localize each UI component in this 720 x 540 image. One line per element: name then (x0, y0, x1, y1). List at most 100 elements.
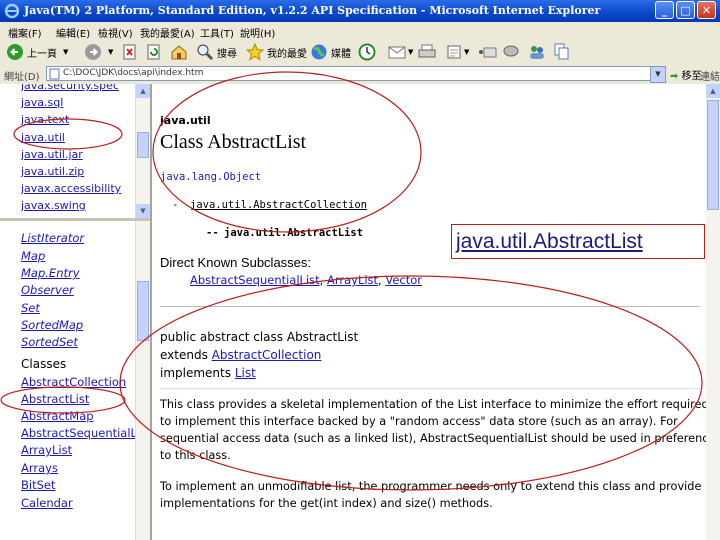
subclass-list: AbstractSequentialList, ArrayList, Vecto… (190, 273, 423, 287)
menu-view[interactable]: 檢視(V) (98, 25, 133, 40)
package-link[interactable]: java.sql (21, 96, 63, 109)
class-link[interactable]: BitSet (21, 478, 55, 492)
forward-button[interactable]: ▼ (84, 42, 113, 62)
menu-help[interactable]: 說明(H) (240, 25, 275, 40)
interface-link[interactable]: Set (21, 301, 40, 315)
scroll-down-icon[interactable]: ▼ (136, 204, 150, 218)
package-link[interactable]: java.util (21, 131, 65, 144)
print-button[interactable] (418, 42, 436, 62)
history-button[interactable] (358, 42, 376, 62)
media-button[interactable]: 媒體 (310, 42, 351, 62)
refresh-button[interactable] (146, 42, 162, 62)
interface-link-list[interactable]: List (235, 366, 256, 380)
search-button[interactable]: 搜尋 (196, 42, 237, 62)
hierarchy-leaf: java.util.AbstractList (224, 227, 364, 239)
go-button[interactable]: ➡ 移至 (670, 67, 702, 82)
edit-dropdown-icon: ▼ (464, 48, 470, 56)
content-scroll-track[interactable]: ▲ (706, 84, 720, 540)
title-bar: Java(TM) 2 Platform, Standard Edition, v… (0, 0, 720, 22)
class-link[interactable]: Calendar (21, 496, 73, 510)
class-title: Class AbstractList (160, 131, 307, 153)
favorites-star-icon (246, 43, 264, 61)
scroll-up-icon[interactable]: ▲ (136, 84, 150, 98)
back-label: 上一頁 (27, 48, 57, 60)
classes-header: Classes (21, 357, 67, 371)
class-list-scrollbar[interactable] (135, 221, 150, 540)
history-icon (358, 43, 376, 61)
address-bar: 網址(D) C:\DOC\JDK\docs\api\index.htm ▼ ➡ … (0, 64, 720, 85)
interface-link[interactable]: ListIterator (21, 231, 84, 245)
interface-link[interactable]: Map.Entry (21, 266, 80, 280)
subclass-link[interactable]: Vector (385, 273, 422, 287)
research-button[interactable] (482, 42, 498, 62)
maximize-button[interactable]: □ (676, 1, 695, 19)
interface-link[interactable]: SortedMap (21, 318, 83, 332)
home-button[interactable] (170, 42, 188, 62)
scroll-thumb[interactable] (137, 281, 149, 341)
menu-file[interactable]: 檔案(F) (8, 25, 42, 40)
edit-icon (447, 45, 461, 59)
scroll-thumb[interactable] (137, 132, 149, 158)
stop-button[interactable] (122, 42, 138, 62)
menu-edit[interactable]: 編輯(E) (56, 25, 90, 40)
favorites-button[interactable]: 我的最愛 (246, 42, 307, 62)
class-link[interactable]: ArrayList (21, 443, 72, 457)
links-button[interactable]: 連結 (700, 68, 720, 83)
interface-link[interactable]: Map (21, 249, 45, 263)
minimize-button[interactable]: _ (655, 1, 674, 19)
class-link[interactable]: AbstractSequentialList (21, 426, 150, 440)
page-icon (49, 68, 60, 80)
class-link[interactable]: AbstractCollection (21, 375, 126, 389)
class-link[interactable]: AbstractMap (21, 409, 94, 423)
home-icon (171, 45, 187, 60)
declaration-extends: extends (160, 348, 212, 362)
class-documentation-frame: java.util Class AbstractList java.lang.O… (152, 84, 720, 540)
messenger-people-button[interactable] (528, 42, 546, 62)
navigation-frames: java.security.spec java.sql java.text ja… (0, 84, 152, 540)
superclass-link[interactable]: AbstractCollection (212, 348, 322, 362)
window-title: Java(TM) 2 Platform, Standard Edition, v… (24, 4, 601, 17)
class-link[interactable]: Arrays (21, 461, 58, 475)
messenger-button[interactable] (502, 42, 520, 62)
go-arrow-icon: ➡ (670, 71, 679, 82)
menu-tools[interactable]: 工具(T) (200, 25, 234, 40)
address-dropdown-icon[interactable]: ▼ (650, 66, 666, 83)
declaration-implements: implements (160, 366, 235, 380)
package-list-frame: java.security.spec java.sql java.text ja… (0, 84, 150, 221)
scroll-up-icon[interactable]: ▲ (706, 84, 720, 98)
subclasses-header: Direct Known Subclasses: (160, 255, 312, 270)
forward-dropdown-icon: ▼ (108, 48, 114, 56)
scroll-thumb[interactable] (707, 100, 719, 210)
declaration-line-2: extends AbstractCollection (160, 348, 321, 362)
package-link[interactable]: javax.swing (21, 199, 86, 212)
hierarchy-mid[interactable]: java.util.AbstractCollection (190, 199, 367, 211)
interface-link[interactable]: Observer (21, 283, 74, 297)
edit-button[interactable]: ▼ (446, 42, 469, 62)
package-link[interactable]: java.util.jar (21, 148, 83, 161)
address-input[interactable]: C:\DOC\JDK\docs\api\index.htm ▼ (46, 66, 666, 83)
menu-favorites[interactable]: 我的最愛(A) (140, 25, 195, 40)
print-icon (418, 44, 436, 58)
forward-arrow-icon (85, 44, 101, 60)
mail-icon (388, 46, 406, 59)
close-button[interactable]: ✕ (697, 1, 716, 19)
class-link[interactable]: AbstractList (21, 392, 89, 406)
copy-button[interactable] (554, 42, 570, 62)
back-button[interactable]: 上一頁 ▼ (6, 42, 68, 62)
package-list-scrollbar[interactable]: ▲ ▼ (135, 84, 150, 218)
mail-button[interactable]: ▼ (388, 42, 413, 62)
declaration-line-1: public abstract class AbstractList (160, 330, 359, 344)
divider (160, 388, 700, 389)
subclass-link[interactable]: AbstractSequentialList (190, 273, 320, 287)
content-scrollbar[interactable]: ▲ (706, 84, 720, 540)
hierarchy-root[interactable]: java.lang.Object (160, 171, 261, 183)
package-link[interactable]: java.util.zip (21, 165, 84, 178)
research-icon (483, 47, 497, 58)
favorites-label: 我的最愛 (267, 48, 307, 60)
search-label: 搜尋 (217, 48, 237, 60)
package-link[interactable]: java.text (21, 113, 69, 126)
package-link[interactable]: javax.accessibility (21, 182, 121, 195)
subclass-link[interactable]: ArrayList (327, 273, 378, 287)
package-link[interactable]: java.security.spec (21, 84, 119, 92)
interface-link[interactable]: SortedSet (21, 335, 78, 349)
